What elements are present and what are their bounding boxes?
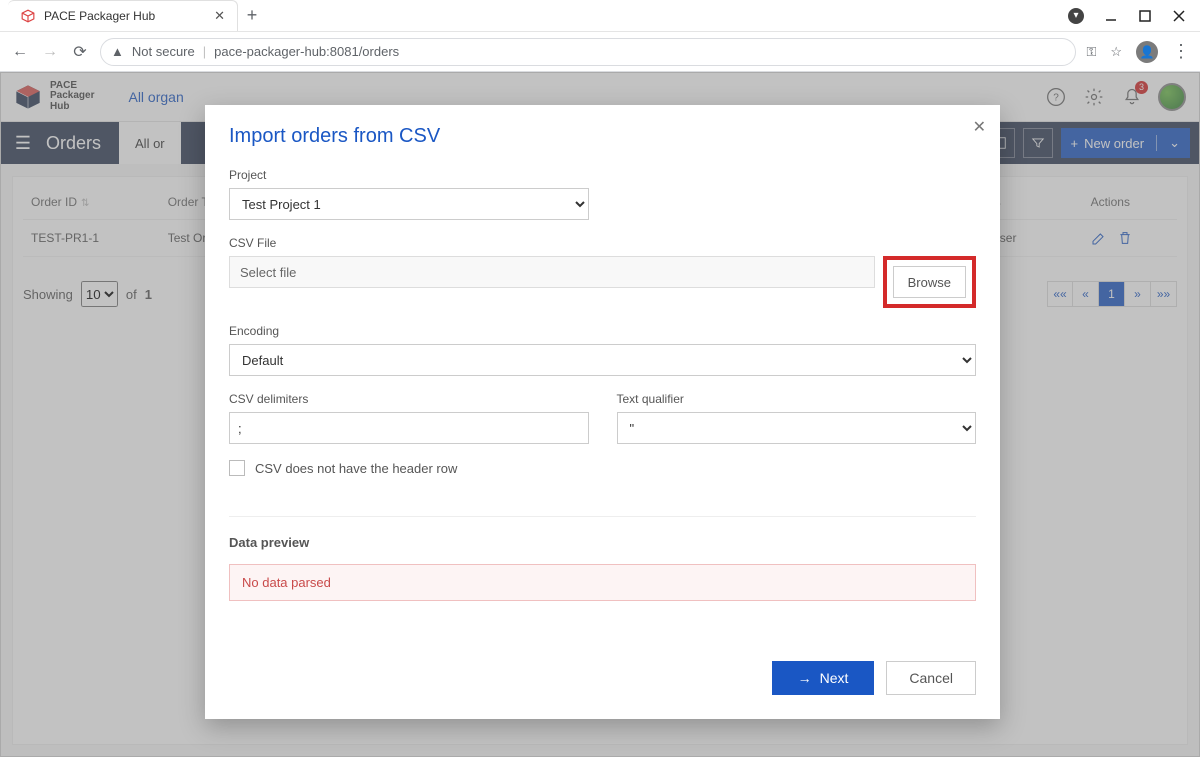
back-icon[interactable]: ← [10,43,30,61]
key-icon[interactable]: ⚿ [1086,44,1096,60]
data-preview-box: No data parsed [229,564,976,601]
security-text: Not secure [132,44,195,59]
tab-close-icon[interactable]: ✕ [214,8,225,24]
address-bar: ← → ⟳ ▲ Not secure | pace-packager-hub:8… [0,32,1200,72]
project-label: Project [229,168,976,182]
not-secure-icon: ▲ [111,44,124,59]
cancel-button[interactable]: Cancel [886,661,976,695]
delimiters-label: CSV delimiters [229,392,589,406]
divider [229,516,976,517]
data-preview-label: Data preview [229,535,976,550]
url-text: pace-packager-hub:8081/orders [214,44,399,59]
reload-icon[interactable]: ⟳ [70,42,90,62]
arrow-right-icon: → [798,670,812,686]
tab-title: PACE Packager Hub [44,9,206,23]
browser-tab[interactable]: PACE Packager Hub ✕ [8,0,238,31]
qualifier-label: Text qualifier [617,392,977,406]
window-titlebar: PACE Packager Hub ✕ + ▾ [0,0,1200,32]
window-close-icon[interactable] [1172,9,1186,23]
project-select[interactable]: Test Project 1 [229,188,589,220]
qualifier-select[interactable]: " [617,412,977,444]
no-header-checkbox[interactable] [229,460,245,476]
url-separator: | [203,44,206,59]
url-box[interactable]: ▲ Not secure | pace-packager-hub:8081/or… [100,38,1076,66]
account-icon[interactable]: ▾ [1068,8,1084,24]
import-csv-modal: ✕ Import orders from CSV Project Test Pr… [205,105,1000,719]
tab-favicon [20,8,36,24]
encoding-select[interactable]: Default [229,344,976,376]
star-icon[interactable]: ☆ [1110,44,1122,60]
modal-close-icon[interactable]: ✕ [973,117,986,137]
browse-highlight: Browse [883,256,976,308]
profile-avatar-icon[interactable]: 👤 [1136,41,1158,63]
forward-icon[interactable]: → [40,43,60,61]
window-minimize-icon[interactable] [1104,9,1118,23]
window-maximize-icon[interactable] [1138,9,1152,23]
browse-button[interactable]: Browse [893,266,966,298]
no-header-label: CSV does not have the header row [255,461,457,476]
encoding-label: Encoding [229,324,976,338]
next-button[interactable]: → Next [772,661,875,695]
csv-file-label: CSV File [229,236,976,250]
new-tab-button[interactable]: + [238,5,266,26]
next-label: Next [820,670,849,686]
csv-file-input[interactable]: Select file [229,256,875,288]
delimiters-input[interactable] [229,412,589,444]
browser-menu-icon[interactable]: ⋮ [1172,41,1190,62]
modal-title: Import orders from CSV [229,125,976,148]
